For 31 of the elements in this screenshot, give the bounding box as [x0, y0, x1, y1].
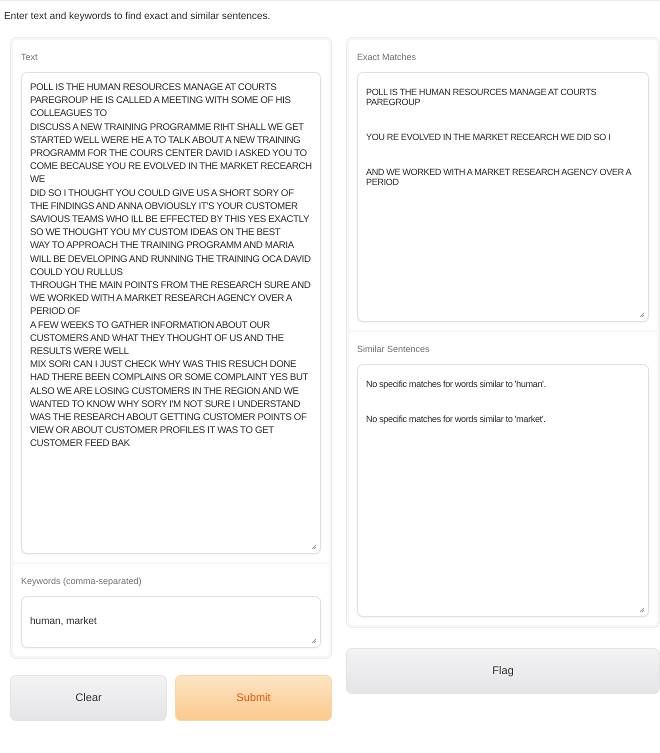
match-line: YOU RE EVOLVED IN THE MARKET RECEARCH WE DID SO I	[366, 132, 612, 142]
description-text: Enter text and keywords to find exact and similar sentences.	[3, 10, 272, 24]
resize-handle-icon[interactable]	[311, 638, 317, 644]
match-line: POLL IS THE HUMAN RESOURCES MANAGE AT COURTS PAREGROUP	[366, 87, 598, 107]
flag-button[interactable]: Flag	[346, 648, 660, 694]
text-line: MIX SORI CAN I JUST CHECK WHY WAS THIS RESUCH DONE HAD THERE BEEN COMPLAINS OR SOME COMPLAINT YES BUT	[30, 358, 310, 385]
text-line: ALSO WE ARE LOSING CUSTOMERS IN THE REGION AND WE WANTED TO KNOW WHY SORY I'M NOT SURE I UNDERSTAND	[30, 384, 302, 412]
text-line: WAY TO APPROACH THE TRAINING PROGRAMM AND MARIA WILL BE DEVELOPING AND RUNNING THE TRAINING OCA DAVID COULD YOU RULLUS	[30, 239, 312, 280]
similar-line: No specific matches for words similar to 'market'.	[366, 414, 546, 424]
text-line: DID SO I THOUGHT YOU COULD GIVE US A SHORT SORY OF THE FINDINGS AND ANNA OBVIOUSLY IT'S YOUR CUSTOMER	[30, 186, 299, 214]
resize-handle-icon[interactable]	[639, 312, 645, 318]
text-line: PROGRAMM FOR THE COURS CENTER DAVID I ASKED YOU TO COME BECAUSE YOU RE EVOLVED IN THE MARKET RECEARCH WE	[30, 147, 312, 187]
exact-matches-box[interactable]: POLL IS THE HUMAN RESOURCES MANAGE AT COURTS PAREGROUP YOU RE EVOLVED IN THE MARKET RECEARCH WE DID SO I AND WE WORKED WITH A MARKET RESEARCH AGENCY OVER A PERIOD	[357, 72, 649, 322]
field-label: Keywords (comma-separated)	[21, 576, 143, 586]
match-line: AND WE WORKED WITH A MARKET RESEARCH AGENCY OVER A PERIOD	[366, 167, 632, 187]
text-line: SAVIOUS TEAMS WHO ILL BE EFFECTED BY THIS YES EXACTLY SO WE THOUGHT YOU MY CUSTOM IDEAS ON THE BEST	[30, 213, 310, 240]
keywords-field[interactable]: human, market	[21, 596, 321, 648]
text-line: DISCUSS A NEW TRAINING PROGRAMME RIHT SHALL WE GET STARTED WELL WERE HE A TO TALK ABOUT A NEW TRAINING	[30, 120, 305, 148]
text-line: POLL IS THE HUMAN RESOURCES MANAGE AT COURTS PAREGROUP HE IS CALLED A MEETING WITH SOME OF HIS COLLEAGUES TO	[30, 81, 292, 121]
text-line: A FEW WEEKS TO GATHER INFORMATION ABOUT OUR CUSTOMERS AND WHAT THEY THOUGHT OF US AND THE RESULTS WERE WELL	[30, 318, 285, 358]
resize-handle-icon[interactable]	[311, 544, 317, 550]
text-line: WAS THE RESEARCH ABOUT GETTING CUSTOMER POINTS OF VIEW OR ABOUT CUSTOMER PROFILES IT WAS TO GET CUSTOMER FEED BAK	[30, 411, 308, 451]
text-area[interactable]	[21, 72, 321, 554]
clear-button[interactable]: Clear	[10, 675, 167, 721]
text-line: THROUGH THE MAIN POINTS FROM THE RESEARCH SURE AND WE WORKED WITH A MARKET RESEARCH AGENCY OVER A PERIOD OF	[30, 279, 312, 319]
resize-handle-icon[interactable]	[639, 607, 645, 613]
similar-sentences-box[interactable]: No specific matches for words similar to 'human'. No specific matches for words similar to 'market'.	[357, 364, 649, 617]
field-label: Similar Sentences	[357, 344, 431, 354]
field-label: Text	[21, 52, 39, 62]
field-label: Exact Matches	[357, 52, 418, 62]
similar-line: No specific matches for words similar to 'human'.	[366, 379, 547, 389]
